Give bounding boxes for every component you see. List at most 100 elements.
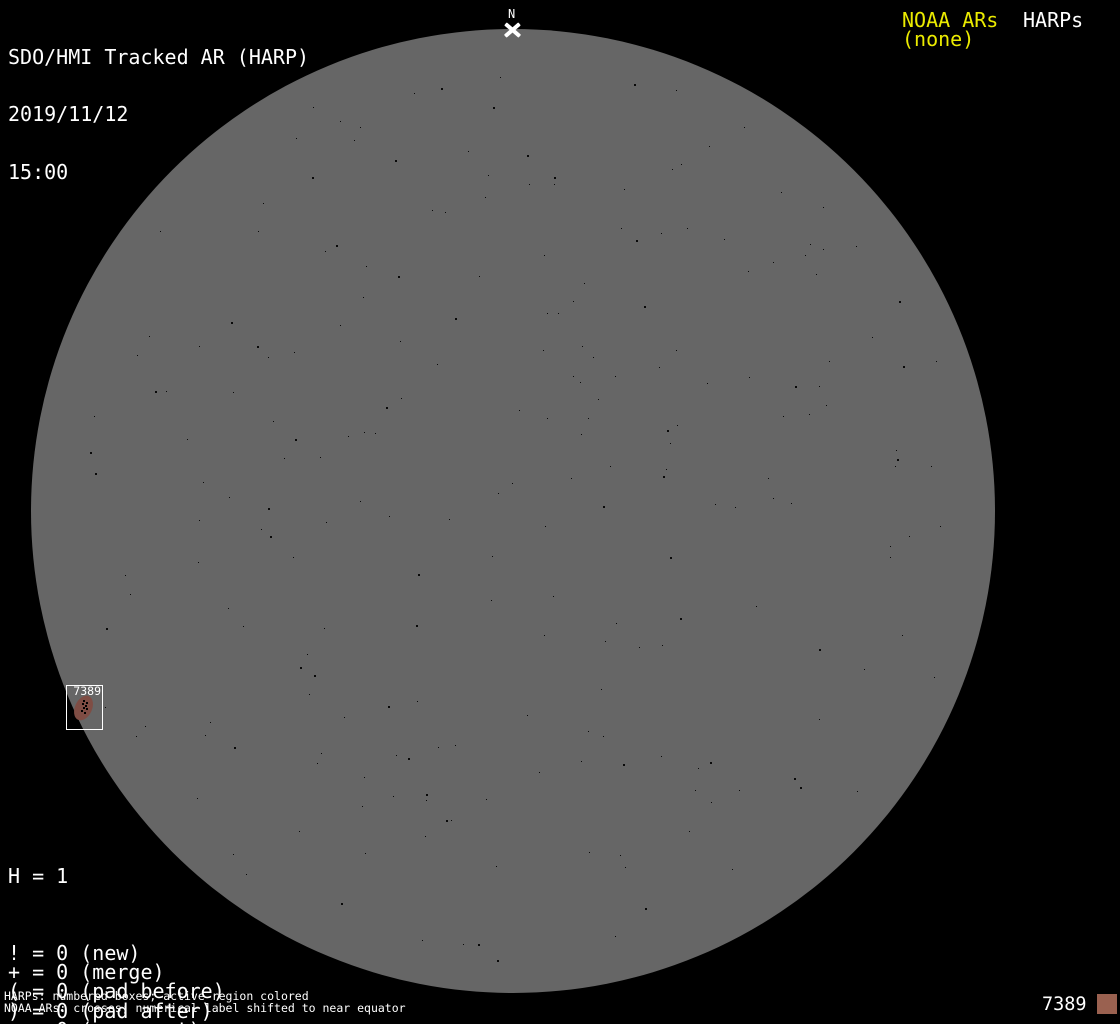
noise-speck — [593, 357, 594, 358]
noise-speck — [468, 151, 469, 152]
noise-speck — [931, 466, 932, 467]
noise-speck — [639, 647, 640, 648]
noise-speck — [210, 722, 211, 723]
noise-speck — [422, 940, 423, 941]
noise-speck — [791, 503, 792, 504]
noise-speck — [317, 763, 318, 764]
noise-speck — [529, 184, 530, 185]
noise-speck — [258, 231, 259, 232]
noise-speck — [125, 575, 126, 576]
noise-speck — [321, 753, 322, 754]
noise-speck — [233, 392, 234, 393]
noise-speck — [902, 635, 903, 636]
noise-speck — [205, 735, 206, 736]
noise-speck — [810, 244, 811, 245]
noise-speck — [689, 831, 690, 832]
noise-speck — [768, 478, 769, 479]
noise-speck — [445, 212, 446, 213]
noise-speck — [623, 764, 625, 766]
noise-speck — [197, 798, 198, 799]
noise-speck — [823, 207, 824, 208]
noise-speck — [145, 726, 146, 727]
noise-speck — [744, 127, 745, 128]
noise-speck — [890, 557, 891, 558]
noise-speck — [621, 228, 622, 229]
noise-speck — [547, 418, 548, 419]
noise-speck — [936, 361, 937, 362]
noise-speck — [136, 736, 137, 737]
noise-speck — [735, 507, 736, 508]
noise-speck — [360, 501, 361, 502]
noise-speck — [709, 146, 710, 147]
noise-speck — [773, 262, 774, 263]
noise-speck — [340, 121, 341, 122]
noise-speck — [773, 498, 774, 499]
noise-speck — [500, 77, 501, 78]
noise-speck — [389, 516, 390, 517]
noise-speck — [636, 240, 638, 242]
noise-speck — [426, 794, 428, 796]
noise-speck — [478, 944, 480, 946]
noise-speck — [324, 628, 325, 629]
noise-speck — [581, 761, 582, 762]
noise-speck — [105, 707, 106, 708]
app-title: SDO/HMI Tracked AR (HARP) — [8, 48, 309, 67]
noise-speck — [300, 667, 302, 669]
observation-time: 15:00 — [8, 163, 309, 182]
noise-speck — [307, 654, 308, 655]
noise-speck — [616, 623, 617, 624]
noise-speck — [455, 318, 457, 320]
noise-speck — [589, 852, 590, 853]
noise-speck — [273, 421, 274, 422]
noise-speck — [493, 107, 495, 109]
noise-speck — [558, 313, 559, 314]
noise-speck — [601, 689, 602, 690]
noise-speck — [395, 160, 397, 162]
header-block: SDO/HMI Tracked AR (HARP) 2019/11/12 15:… — [8, 9, 309, 221]
noise-speck — [199, 520, 200, 521]
north-cross-icon — [504, 23, 521, 38]
noise-speck — [677, 425, 678, 426]
noise-speck — [485, 197, 486, 198]
noise-speck — [270, 536, 272, 538]
noise-speck — [414, 93, 415, 94]
noise-speck — [544, 635, 545, 636]
noise-speck — [438, 747, 439, 748]
noise-speck — [166, 391, 167, 392]
harps-label: HARPs — [1023, 11, 1083, 30]
observation-date: 2019/11/12 — [8, 105, 309, 124]
noise-speck — [314, 675, 316, 677]
noise-speck — [446, 820, 448, 822]
noise-speck — [325, 251, 326, 252]
noise-speck — [348, 436, 349, 437]
noise-speck — [497, 960, 499, 962]
noise-speck — [615, 376, 616, 377]
noise-speck — [819, 719, 820, 720]
noise-speck — [203, 482, 204, 483]
noise-speck — [603, 736, 604, 737]
noise-speck — [707, 383, 708, 384]
noise-speck — [354, 140, 355, 141]
noise-speck — [416, 625, 418, 627]
noise-speck — [393, 796, 394, 797]
noise-speck — [864, 669, 865, 670]
noise-speck — [417, 701, 418, 702]
noise-speck — [408, 758, 410, 760]
noise-speck — [365, 853, 366, 854]
noise-speck — [545, 526, 546, 527]
harp-color-swatch — [1097, 994, 1117, 1014]
noise-speck — [783, 416, 784, 417]
noise-speck — [294, 352, 295, 353]
noise-speck — [620, 855, 621, 856]
noise-speck — [94, 416, 95, 417]
noise-speck — [426, 800, 427, 801]
noise-speck — [364, 777, 365, 778]
noise-speck — [748, 271, 749, 272]
noise-speck — [603, 506, 605, 508]
noise-speck — [581, 434, 582, 435]
noise-speck — [800, 787, 802, 789]
noise-speck — [582, 346, 583, 347]
footer-caption: HARPs: numbered boxes; active region col… — [4, 990, 406, 1014]
noise-speck — [909, 536, 910, 537]
noise-speck — [364, 432, 365, 433]
